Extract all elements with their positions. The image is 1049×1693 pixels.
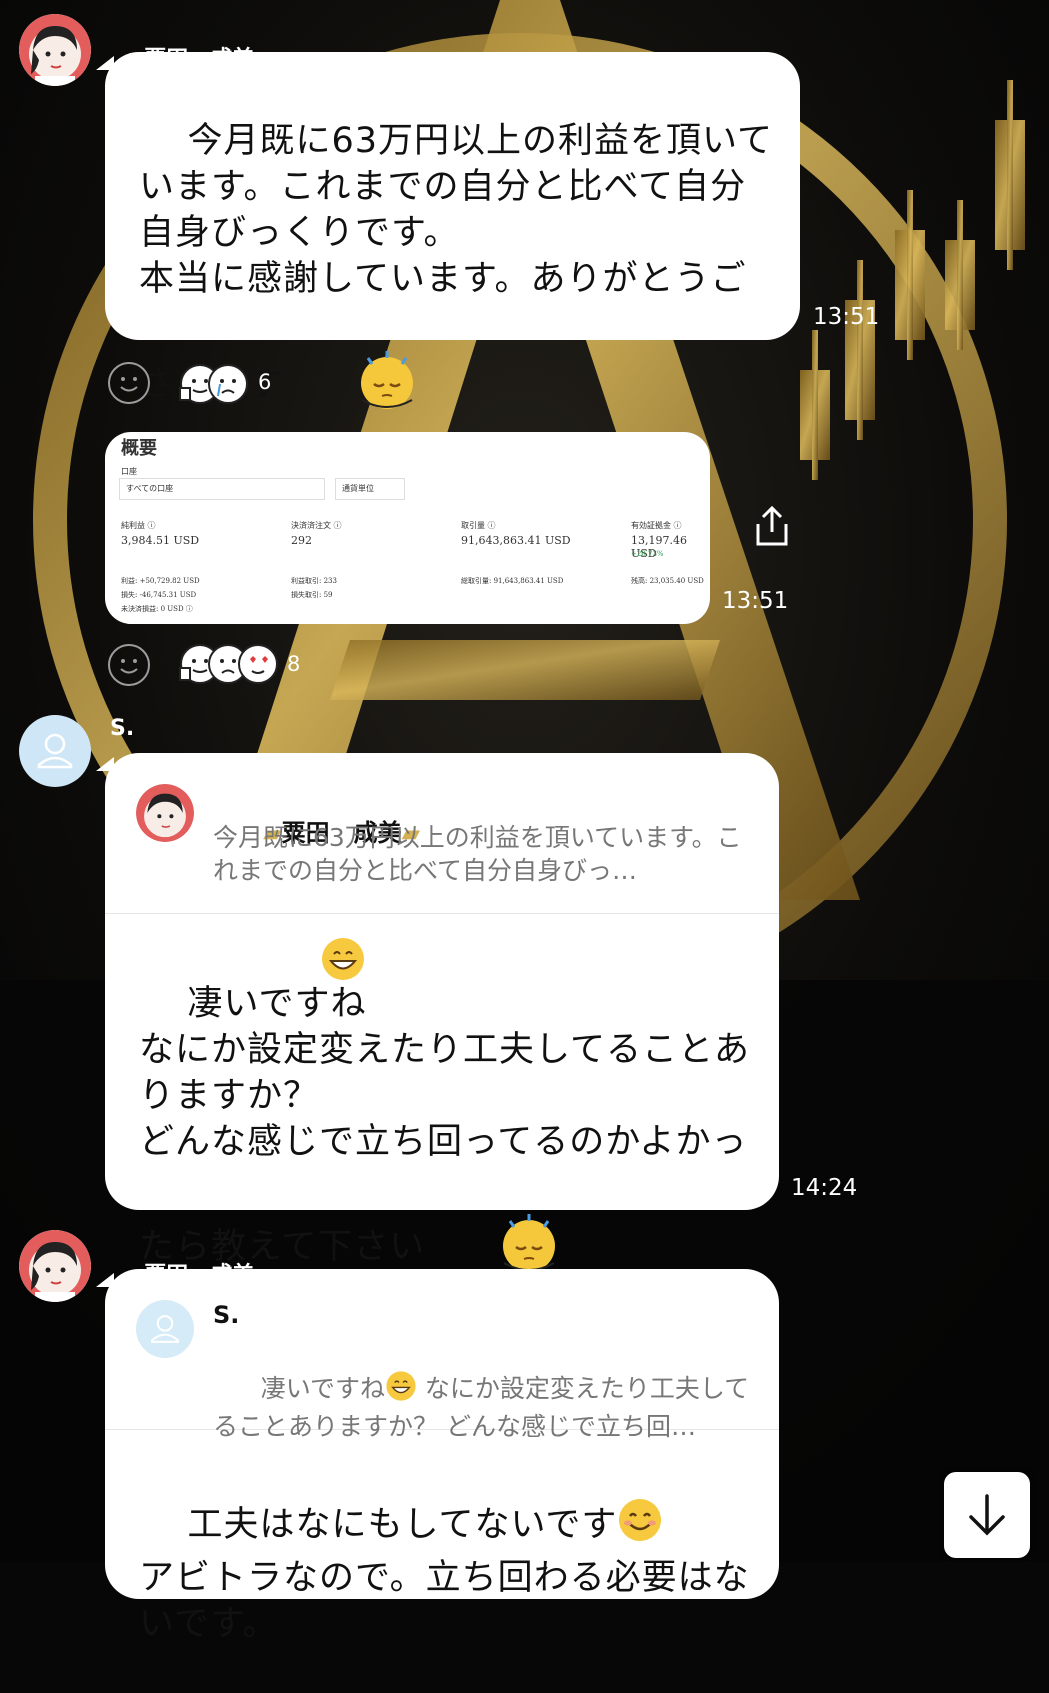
message-time: 13:51 [722, 588, 789, 614]
message-time: 13:51 [813, 304, 880, 330]
screenshot-filter-label: 口座 [121, 467, 137, 476]
message-text-line: 工夫はなにもしてないです [187, 1505, 618, 1545]
message-text: 工夫はなにもしてないですアビトラなので。立ち回わる必要はないです。 [139, 1451, 759, 1693]
stat-label: 有効証拠金 ⓘ [631, 521, 682, 530]
detail-line: 総取引量: 91,643,863.41 USD [461, 577, 564, 585]
dropdown-1-label: すべての口座 [126, 484, 174, 493]
message-text-line: アビトラなので。立ち回わる必要はないです。 [139, 1558, 750, 1644]
crying-face-icon [208, 364, 248, 404]
sender-avatar[interactable] [19, 1230, 91, 1302]
stat-value: 292 [291, 534, 312, 547]
emoji-smile-icon [617, 1497, 663, 1555]
stat-value: 3,984.51 USD [121, 534, 200, 547]
message-time: 14:24 [791, 1175, 858, 1201]
stat-label: 取引量 ⓘ [461, 521, 496, 530]
stat-label: 純利益 ⓘ [121, 521, 156, 530]
default-user-icon [37, 733, 73, 769]
detail-line: 未決済損益: 0 USD ⓘ [121, 605, 193, 613]
quoted-text-start: 凄いですね [260, 1374, 385, 1403]
dropdown-2-label: 通貨単位 [342, 484, 374, 493]
reply-quote[interactable]: ▰粟田 成美▰ 今月既に63万円以上の利益を頂いています。これまでの自分と比べて… [105, 753, 779, 914]
reaction-icons[interactable] [178, 642, 280, 690]
stat-value: 91,643,863.41 USD [461, 534, 571, 547]
quoted-avatar [136, 1300, 194, 1358]
reaction-count: 8 [287, 652, 301, 676]
detail-line: 利益: +50,729.82 USD [121, 577, 200, 585]
image-message[interactable]: 概要 口座 すべての口座 通貨単位 純利益 ⓘ 3,984.51 USD 決済済… [105, 432, 710, 624]
message-bubble[interactable]: S. 凄いですね なにか設定変えたり工夫してることありますか？ どんな感じで立ち… [105, 1269, 779, 1644]
screenshot-dropdown-1: すべての口座 [119, 478, 325, 500]
reaction-icons[interactable] [178, 362, 250, 410]
share-button[interactable] [752, 504, 792, 548]
scroll-to-bottom-button[interactable] [944, 1472, 1030, 1558]
smile-icon [120, 659, 138, 674]
woman-avatar-icon [136, 784, 194, 842]
reply-quote[interactable]: S. 凄いですね なにか設定変えたり工夫してることありますか？ どんな感じで立ち… [105, 1269, 779, 1441]
stat-label: 決済済注文 ⓘ [291, 521, 342, 530]
sender-name: S. [110, 716, 135, 741]
quoted-sender-name: S. [213, 1301, 240, 1329]
message-bubble[interactable]: 今月既に63万円以上の利益を頂いています。これまでの自分と比べて自分自身びっくり… [105, 52, 800, 409]
sender-avatar[interactable] [19, 715, 91, 787]
add-reaction-button[interactable] [108, 644, 150, 686]
detail-line: 損失取引: 59 [291, 591, 333, 599]
smile-icon [120, 377, 138, 392]
heart-eyes-face-icon [238, 644, 278, 684]
add-reaction-button[interactable] [108, 362, 150, 404]
default-user-icon [151, 1315, 179, 1343]
detail-line: 損失: -46,745.31 USD [121, 591, 197, 599]
stat-sub: +20.73% [631, 550, 664, 558]
share-icon [756, 505, 788, 546]
quoted-text: 今月既に63万円以上の利益を頂いています。これまでの自分と比べて自分自身びっ… [213, 823, 742, 885]
emoji-grin-icon [320, 936, 366, 986]
detail-line: 利益取引: 233 [291, 577, 337, 585]
screenshot-title: 概要 [121, 438, 157, 459]
detail-line: 残高: 23,035.40 USD [631, 577, 704, 585]
screenshot-dropdown-2: 通貨単位 [335, 478, 405, 500]
message-bubble[interactable]: ▰粟田 成美▰ 今月既に63万円以上の利益を頂いています。これまでの自分と比べて… [105, 753, 779, 1272]
woman-avatar-icon [19, 14, 91, 86]
reaction-count: 6 [258, 370, 272, 394]
arrow-down-icon [969, 1494, 1005, 1536]
quoted-avatar [136, 784, 194, 842]
sender-avatar[interactable] [19, 14, 91, 86]
emoji-grin-icon [385, 1370, 417, 1410]
woman-avatar-icon [19, 1230, 91, 1302]
